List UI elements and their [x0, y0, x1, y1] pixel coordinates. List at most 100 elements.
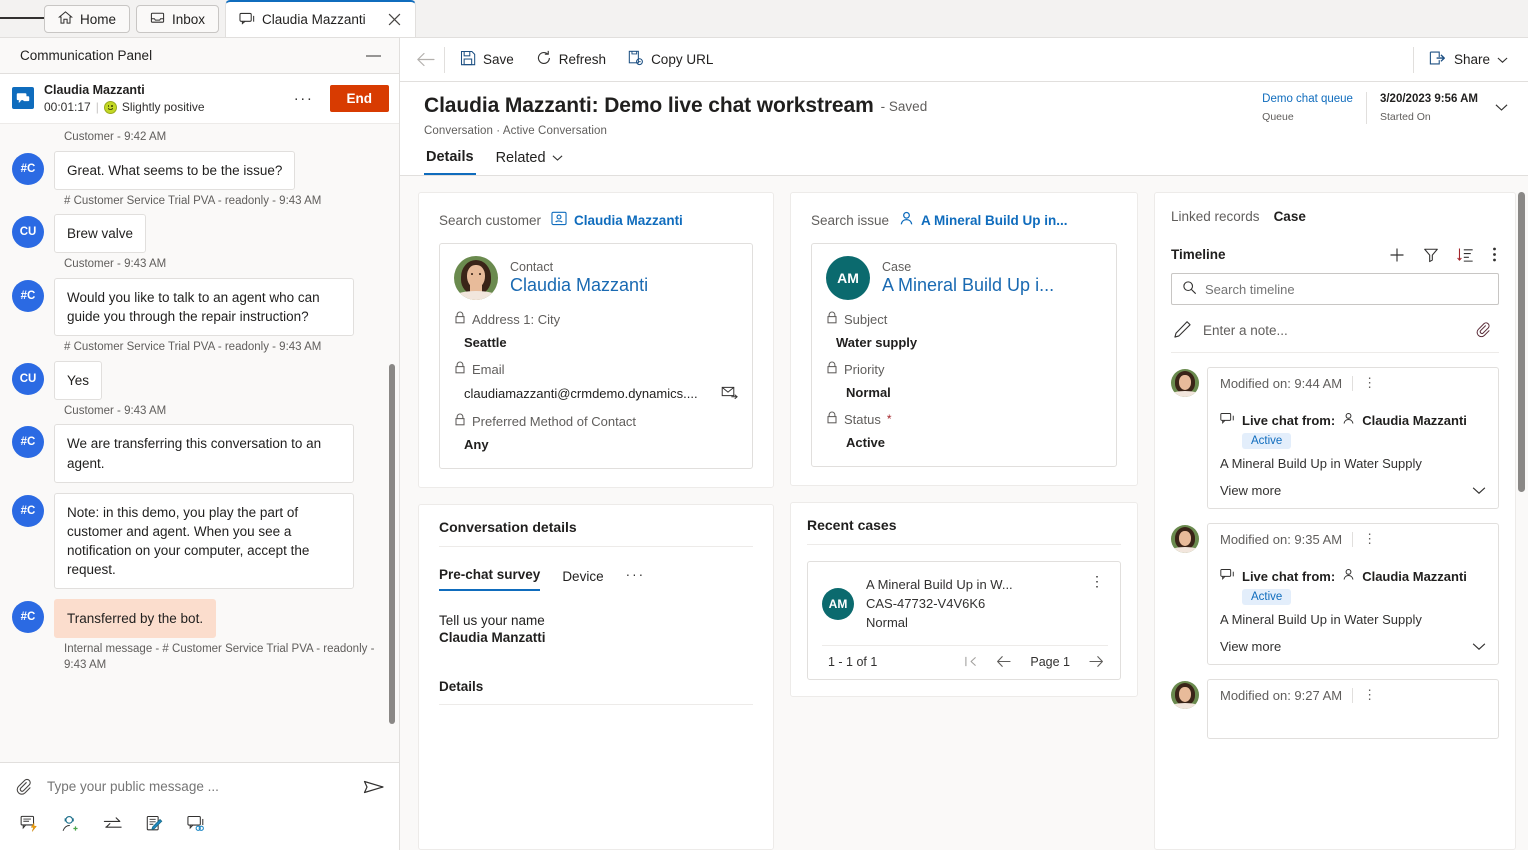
- timeline-item-more-icon[interactable]: ⋮: [1353, 375, 1376, 391]
- tab-pre-chat-survey[interactable]: Pre-chat survey: [439, 567, 541, 591]
- queue-value[interactable]: Demo chat queue: [1262, 92, 1353, 108]
- send-icon[interactable]: [363, 777, 385, 797]
- divider: [807, 544, 1121, 545]
- chat-icon: [239, 11, 255, 29]
- tab-related-label: Related: [495, 150, 546, 166]
- refresh-button[interactable]: Refresh: [525, 44, 617, 76]
- timeline-scrollbar[interactable]: [1518, 192, 1525, 492]
- tab-device[interactable]: Device: [562, 569, 603, 591]
- chat-transcript[interactable]: Customer - 9:42 AM #C Great. What seems …: [0, 123, 399, 762]
- recent-cases-card: Recent cases AM A Mineral Build Up in W.…: [790, 502, 1138, 697]
- column-customer: Search customer Claudia Mazzanti Contact…: [418, 192, 774, 850]
- notes-icon[interactable]: [145, 814, 165, 834]
- linked-conversation-icon[interactable]: [186, 814, 207, 834]
- pager-page-label: Page 1: [1030, 654, 1070, 669]
- quick-replies-icon[interactable]: [20, 814, 40, 834]
- field-value-email-row: claudiamazzanti@crmdemo.dynamics....: [464, 385, 738, 402]
- timeline-item-body: Modified on: 9:27 AM ⋮: [1207, 679, 1499, 739]
- chat-icon: [1220, 568, 1235, 584]
- breadcrumb: Conversation · Active Conversation: [424, 125, 608, 137]
- attachment-icon[interactable]: [14, 777, 33, 796]
- tab-claudia-mazzanti[interactable]: Claudia Mazzanti: [225, 0, 416, 37]
- lock-icon: [826, 311, 838, 327]
- more-icon[interactable]: [1483, 246, 1499, 263]
- field-value-preferred-contact: Any: [464, 437, 489, 452]
- consult-icon[interactable]: [61, 814, 81, 834]
- timeline-item-more-icon[interactable]: ⋮: [1353, 687, 1376, 703]
- search-timeline-input[interactable]: [1205, 281, 1488, 297]
- end-session-button[interactable]: End: [329, 84, 389, 112]
- issue-search-row: Search issue A Mineral Build Up in...: [811, 211, 1117, 229]
- tab-inbox-label: Inbox: [172, 11, 206, 27]
- filter-icon[interactable]: [1414, 247, 1448, 263]
- search-issue-value[interactable]: A Mineral Build Up in...: [899, 211, 1068, 229]
- header-fields-chevron-down-icon[interactable]: [1491, 103, 1508, 112]
- field-label-text: Status: [844, 411, 881, 427]
- recent-case-more-icon[interactable]: ⋮: [1086, 574, 1108, 587]
- tab-related[interactable]: Related: [484, 149, 565, 175]
- contact-card-icon: [551, 211, 567, 229]
- avatar: [1171, 525, 1199, 553]
- sort-icon[interactable]: [1448, 247, 1483, 263]
- chat-scrollbar[interactable]: [389, 363, 395, 724]
- chevron-down-icon[interactable]: [1497, 52, 1508, 67]
- tab-home[interactable]: Home: [44, 5, 131, 33]
- recent-case-item[interactable]: AM A Mineral Build Up in W... CAS-47732-…: [807, 561, 1121, 680]
- transfer-icon[interactable]: [102, 814, 124, 834]
- case-name-link[interactable]: A Mineral Build Up i...: [882, 275, 1054, 297]
- tab-details[interactable]: Details: [424, 149, 476, 175]
- timeline-item-more-icon[interactable]: ⋮: [1353, 531, 1376, 547]
- timeline-from-name[interactable]: Claudia Mazzanti: [1362, 413, 1467, 428]
- next-page-icon[interactable]: [1088, 655, 1104, 668]
- session-chat-icon: [12, 87, 34, 110]
- timeline-from-name[interactable]: Claudia Mazzanti: [1362, 569, 1467, 584]
- session-timer: 00:01:17: [44, 99, 91, 114]
- chat-message: #C Would you like to talk to an agent wh…: [12, 277, 381, 337]
- copy-url-icon: [628, 50, 644, 69]
- session-more-icon[interactable]: ···: [288, 90, 320, 107]
- pencil-icon: [1173, 320, 1192, 341]
- avatar: CU: [12, 216, 44, 249]
- timeline-note-row[interactable]: Enter a note...: [1171, 309, 1499, 353]
- view-more-button[interactable]: View more: [1220, 483, 1486, 498]
- first-page-icon[interactable]: [964, 655, 978, 668]
- close-icon[interactable]: [385, 10, 405, 30]
- message-meta: Customer - 9:42 AM: [64, 130, 167, 143]
- conversation-details-more-icon[interactable]: ···: [626, 567, 646, 591]
- previous-page-icon[interactable]: [996, 655, 1012, 668]
- tab-claudia-mazzanti-label: Claudia Mazzanti: [262, 12, 366, 27]
- timeline-search[interactable]: [1171, 273, 1499, 305]
- tab-inbox[interactable]: Inbox: [136, 5, 220, 33]
- field-label-city: Address 1: City: [454, 311, 738, 327]
- recent-case-row: AM A Mineral Build Up in W... CAS-47732-…: [822, 574, 1108, 633]
- communication-panel-title: Communication Panel: [20, 48, 153, 63]
- chevron-down-icon: [552, 150, 563, 166]
- attachment-icon[interactable]: [1475, 321, 1491, 341]
- timeline-item-header: Modified on: 9:27 AM ⋮: [1208, 680, 1498, 710]
- case-entity-type: Case: [882, 259, 912, 274]
- app-body: Communication Panel — Claudia Mazzanti 0…: [0, 38, 1528, 850]
- linked-records-value[interactable]: Case: [1274, 209, 1306, 224]
- share-button[interactable]: Share: [1418, 44, 1518, 76]
- add-icon[interactable]: [1380, 247, 1414, 263]
- minimize-icon[interactable]: —: [366, 48, 381, 63]
- chevron-down-icon: [1472, 639, 1486, 654]
- view-more-button[interactable]: View more: [1220, 639, 1486, 654]
- search-customer-value[interactable]: Claudia Mazzanti: [551, 211, 683, 229]
- save-button[interactable]: Save: [449, 44, 525, 76]
- send-email-icon[interactable]: [721, 385, 738, 402]
- menu-icon[interactable]: [0, 0, 45, 37]
- field-label-text: Email: [472, 361, 505, 377]
- message-bubble: Yes: [54, 360, 103, 400]
- conversation-details-tabs: Pre-chat survey Device ···: [419, 547, 773, 591]
- session-info: Claudia Mazzanti 00:01:17 | Slightly pos…: [44, 82, 278, 115]
- back-icon[interactable]: [406, 38, 444, 82]
- message-input[interactable]: [47, 773, 349, 800]
- copy-url-button[interactable]: Copy URL: [617, 44, 724, 76]
- contact-name-link[interactable]: Claudia Mazzanti: [510, 275, 648, 297]
- message-meta: Customer - 9:43 AM: [64, 404, 167, 417]
- message-meta: Customer - 9:43 AM: [64, 258, 167, 271]
- details-content: Search customer Claudia Mazzanti Contact…: [400, 176, 1528, 850]
- avatar: CU: [12, 362, 44, 395]
- timeline-item-body: Modified on: 9:44 AM ⋮ Live chat from: C…: [1207, 367, 1499, 509]
